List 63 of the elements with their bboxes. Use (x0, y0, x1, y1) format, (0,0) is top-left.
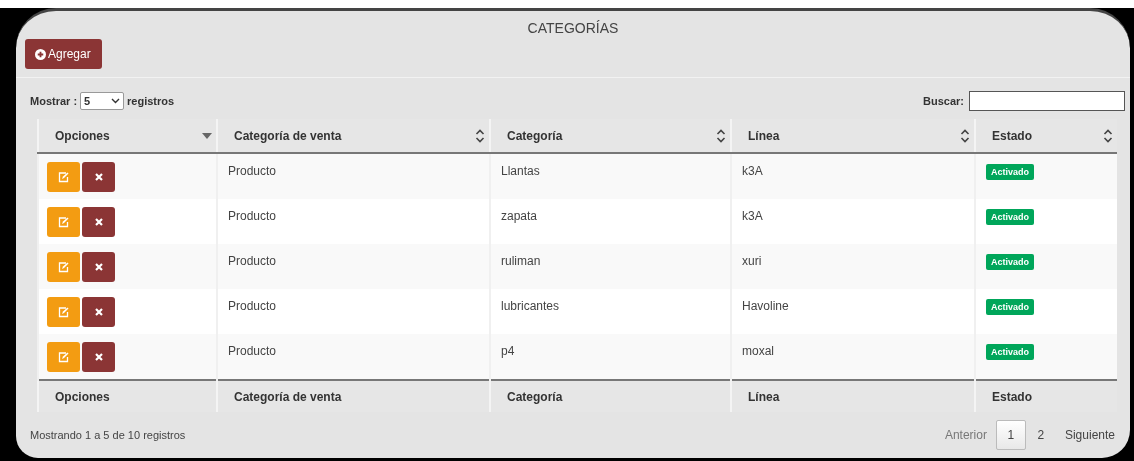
next-page-button[interactable]: Siguiente (1055, 420, 1124, 450)
delete-button[interactable] (82, 342, 115, 372)
table-cell: Producto (228, 299, 277, 313)
edit-icon (58, 306, 69, 318)
table-cell: Producto (228, 344, 277, 358)
page-size-select[interactable]: 5 (80, 92, 125, 110)
table-cell: lubricantes (501, 299, 560, 313)
records-info: Mostrando 1 a 5 de 10 registros (30, 429, 186, 441)
column-footer: Categoría de venta (234, 389, 342, 404)
table-cell: moxal (742, 344, 774, 358)
column-footer: Opciones (55, 389, 110, 404)
edit-icon (58, 261, 69, 273)
edit-icon (58, 351, 69, 363)
search-label: Buscar: (923, 95, 964, 107)
delete-button[interactable] (82, 162, 115, 192)
page-button[interactable]: 1 (995, 420, 1026, 450)
table-cell: Llantas (501, 164, 540, 178)
sort-icon (475, 128, 485, 143)
edit-icon (58, 171, 69, 183)
table-cell: k3A (742, 209, 763, 223)
records-label: registros (127, 95, 175, 107)
sort-icon (716, 128, 726, 143)
delete-button[interactable] (82, 252, 115, 282)
delete-button[interactable] (82, 297, 115, 327)
plus-circle-icon (35, 48, 46, 60)
edit-icon (58, 216, 69, 228)
column-header[interactable]: Línea (731, 119, 975, 153)
status-badge: Activado (986, 164, 1034, 180)
status-badge: Activado (986, 344, 1034, 360)
column-footer: Categoría (507, 389, 563, 404)
table-cell: Producto (228, 164, 277, 178)
close-icon (94, 353, 103, 361)
status-badge: Activado (986, 254, 1034, 270)
close-icon (94, 263, 103, 271)
table-cell: Havoline (742, 299, 789, 313)
delete-button[interactable] (82, 207, 115, 237)
table-cell: xuri (742, 254, 762, 268)
page-title: CATEGORÍAS (526, 19, 620, 36)
table-cell: k3A (742, 164, 763, 178)
column-header[interactable]: Opciones (38, 119, 217, 153)
column-header[interactable]: Categoría de venta (217, 119, 490, 153)
close-icon (94, 308, 103, 316)
close-icon (94, 173, 103, 181)
chevron-down-icon (111, 98, 121, 104)
add-button[interactable]: Agregar (25, 39, 102, 69)
status-badge: Activado (986, 209, 1034, 225)
table-cell: Producto (228, 209, 277, 223)
column-footer: Línea (748, 389, 780, 404)
column-header[interactable]: Estado (975, 119, 1117, 153)
table-cell: ruliman (501, 254, 541, 268)
table-cell: p4 (501, 344, 515, 358)
sort-descending-icon (202, 132, 212, 139)
close-icon (94, 218, 103, 226)
page-button[interactable]: 2 (1025, 420, 1056, 450)
column-footer: Estado (992, 389, 1032, 404)
table-cell: zapata (501, 209, 538, 223)
table-cell: Producto (228, 254, 277, 268)
sort-icon (960, 128, 970, 143)
show-label: Mostrar : (30, 95, 78, 107)
sort-icon (1103, 128, 1113, 143)
status-badge: Activado (986, 299, 1034, 315)
column-header[interactable]: Categoría (490, 119, 731, 153)
search-field[interactable] (969, 91, 1125, 111)
